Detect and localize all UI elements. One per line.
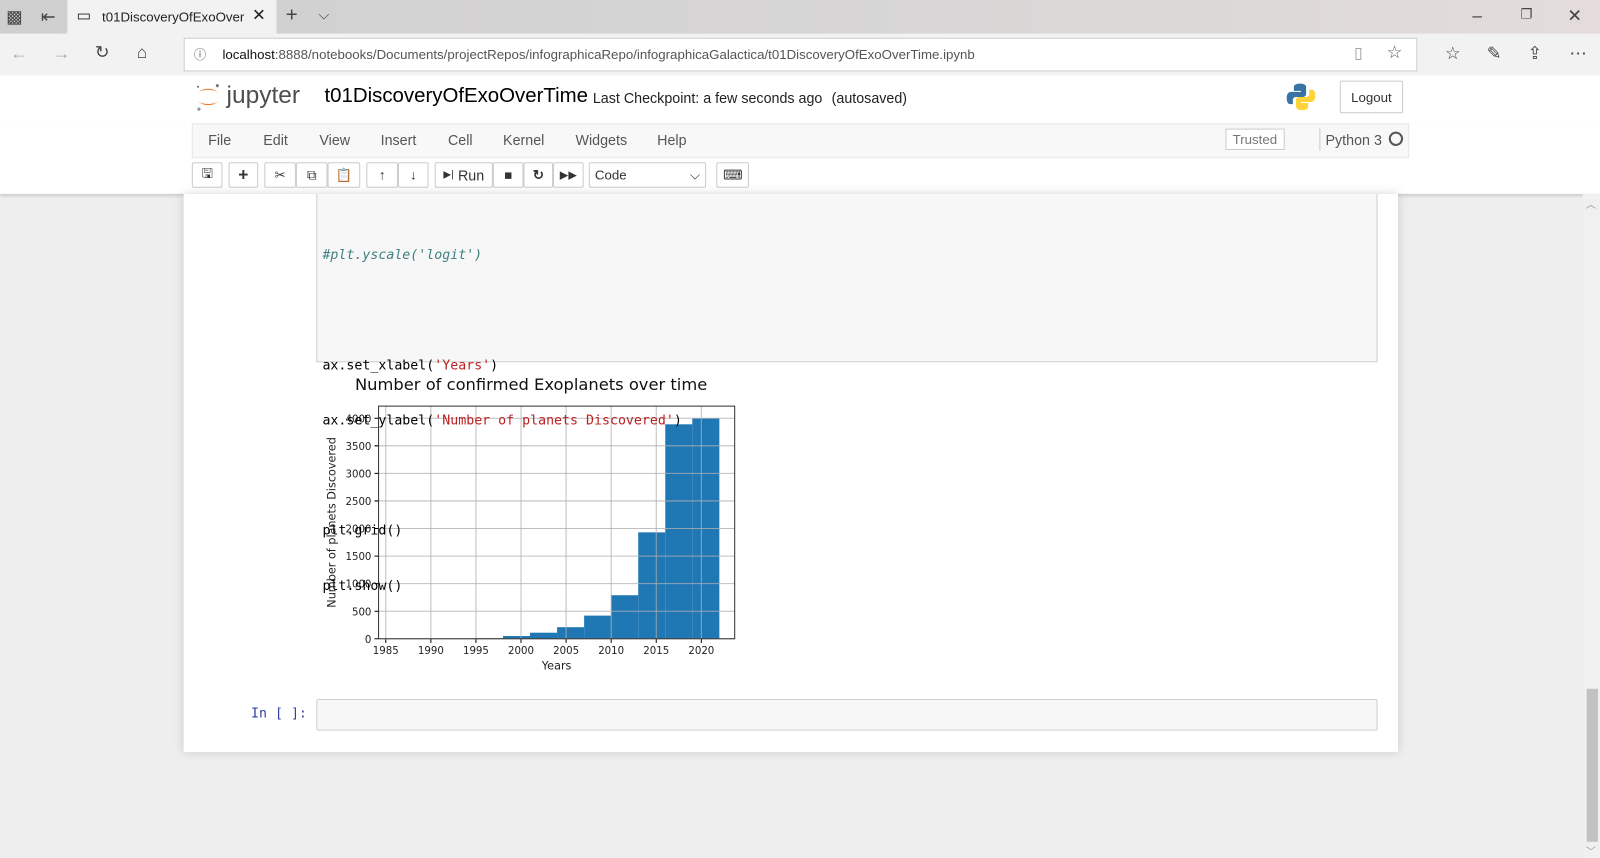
checkpoint-status: Last Checkpoint: a few seconds ago (592, 89, 823, 107)
jupyter-logo-icon[interactable] (195, 82, 222, 113)
new-tab-icon[interactable]: + (286, 4, 298, 27)
restart-button[interactable]: ↻ (523, 162, 554, 188)
kernel-name[interactable]: Python 3 (1325, 132, 1381, 148)
address-bar[interactable]: ⓘ localhost:8888/notebooks/Documents/pro… (183, 37, 1418, 72)
input-prompt: In [ ]: (251, 706, 307, 722)
autosave-status: (autosaved) (831, 89, 908, 107)
y-tick-label: 0 (365, 635, 371, 646)
code-comment: #plt.yscale('logit') (322, 247, 483, 264)
x-tick-label: 2010 (598, 646, 624, 657)
url-host: localhost (222, 46, 275, 63)
python-logo-icon (1286, 83, 1316, 111)
arrow-down-icon: ↓ (409, 167, 417, 183)
code-ylabel-paren: ) (673, 413, 682, 429)
x-tick-label: 1985 (373, 646, 399, 657)
back-icon[interactable]: ← (10, 44, 27, 64)
cell-type-value: Code (594, 167, 627, 183)
browser-tab[interactable]: ▭ t01DiscoveryOfExoOver ✕ (67, 0, 277, 34)
x-tick-label: 2020 (688, 646, 714, 657)
code-ylabel-call: ax.set_ylabel( (322, 413, 435, 429)
insert-cell-button[interactable]: + (228, 162, 259, 188)
copy-button[interactable]: ⧉ (295, 162, 328, 188)
tab-title: t01DiscoveryOfExoOver (102, 9, 245, 25)
restore-icon[interactable]: ❐ (1520, 6, 1532, 22)
menu-cell[interactable]: Cell (448, 132, 473, 148)
code-xlabel-call: ax.set_xlabel( (322, 358, 435, 374)
stop-icon: ■ (504, 167, 513, 183)
save-icon: 🖫 (201, 164, 213, 181)
run-button[interactable]: ▶| Run (434, 162, 493, 188)
chevron-down-icon: ⌵ (689, 166, 700, 183)
code-xlabel-string: 'Years' (434, 358, 491, 374)
restart-icon: ↻ (532, 166, 544, 183)
move-down-button[interactable]: ↓ (397, 162, 429, 188)
share-icon[interactable]: ⇪ (1528, 44, 1543, 64)
x-tick-label: 2000 (508, 646, 534, 657)
page-icon: ▭ (76, 7, 92, 25)
scroll-up-icon[interactable]: ︿ (1586, 196, 1596, 211)
x-axis-label: Years (541, 659, 572, 672)
paste-button[interactable]: 📋 (327, 162, 361, 188)
paste-icon: 📋 (335, 166, 353, 183)
x-tick-label: 2005 (553, 646, 579, 657)
run-label: Run (457, 166, 485, 184)
forward-icon[interactable]: → (53, 44, 70, 64)
x-tick-label: 1990 (418, 646, 444, 657)
close-window-icon[interactable]: ✕ (1567, 6, 1582, 26)
close-tab-icon[interactable]: ✕ (252, 5, 266, 25)
scrollbar-thumb[interactable] (1586, 688, 1598, 842)
interrupt-button[interactable]: ■ (492, 162, 524, 188)
scroll-down-icon[interactable]: ﹀ (1586, 843, 1596, 858)
menu-kernel[interactable]: Kernel (503, 132, 544, 148)
code-ylabel-string: 'Number of planets Discovered' (434, 413, 674, 429)
fast-forward-icon: ▶▶ (559, 169, 577, 182)
copy-icon: ⧉ (306, 166, 317, 183)
kernel-idle-indicator-icon (1388, 131, 1404, 146)
notes-pen-icon[interactable]: ✎ (1487, 44, 1502, 64)
save-button[interactable]: 🖫 (191, 162, 223, 188)
logout-button[interactable]: Logout (1339, 80, 1404, 114)
x-tick-label: 2015 (643, 646, 669, 657)
set-aside-tabs-icon[interactable]: ⇤ (41, 7, 56, 27)
more-icon[interactable]: ⋯ (1569, 44, 1586, 64)
command-palette-button[interactable]: ⌨ (716, 162, 749, 188)
menu-help[interactable]: Help (657, 132, 686, 148)
cut-button[interactable]: ✂ (264, 162, 296, 188)
scrollbar[interactable]: ︿ ﹀ (1582, 193, 1600, 858)
code-show-call: plt.show() (322, 578, 403, 594)
favorite-star-icon[interactable]: ☆ (1387, 43, 1403, 63)
keyboard-icon: ⌨ (723, 166, 743, 183)
code-grid-call: plt.grid() (322, 523, 403, 539)
menu-widgets[interactable]: Widgets (576, 132, 628, 148)
menu-edit[interactable]: Edit (263, 132, 288, 148)
minimize-icon[interactable]: – (1472, 6, 1482, 26)
info-icon: ⓘ (193, 47, 207, 63)
menu-view[interactable]: View (319, 132, 350, 148)
code-xlabel-paren: ) (490, 358, 499, 374)
x-tick-label: 1995 (463, 646, 489, 657)
tab-list-chevron-icon[interactable]: ⌵ (318, 6, 329, 23)
notebook-name[interactable]: t01DiscoveryOfExoOverTime (324, 85, 587, 108)
tab-actions-icon[interactable]: ▩ (6, 7, 22, 27)
url-path: :8888/notebooks/Documents/projectRepos/i… (274, 46, 975, 63)
reading-view-icon[interactable]: ▯ (1354, 44, 1362, 62)
home-icon[interactable]: ⌂ (137, 43, 147, 63)
arrow-up-icon: ↑ (378, 167, 386, 183)
restart-run-all-button[interactable]: ▶▶ (553, 162, 584, 188)
jupyter-logo-text: jupyter (226, 81, 301, 110)
refresh-icon[interactable]: ↻ (95, 43, 110, 63)
empty-code-cell[interactable] (316, 698, 1378, 731)
favorites-icon[interactable]: ☆ (1445, 44, 1461, 64)
scissors-icon: ✂ (274, 166, 286, 183)
histogram-bar (530, 632, 558, 639)
menu-file[interactable]: File (208, 132, 231, 148)
menu-insert[interactable]: Insert (381, 132, 417, 148)
plus-icon: + (238, 164, 249, 185)
cell-type-select[interactable]: Code ⌵ (588, 162, 707, 188)
trusted-badge[interactable]: Trusted (1225, 128, 1285, 150)
move-up-button[interactable]: ↑ (366, 162, 398, 188)
step-forward-icon: ▶| (443, 169, 454, 181)
